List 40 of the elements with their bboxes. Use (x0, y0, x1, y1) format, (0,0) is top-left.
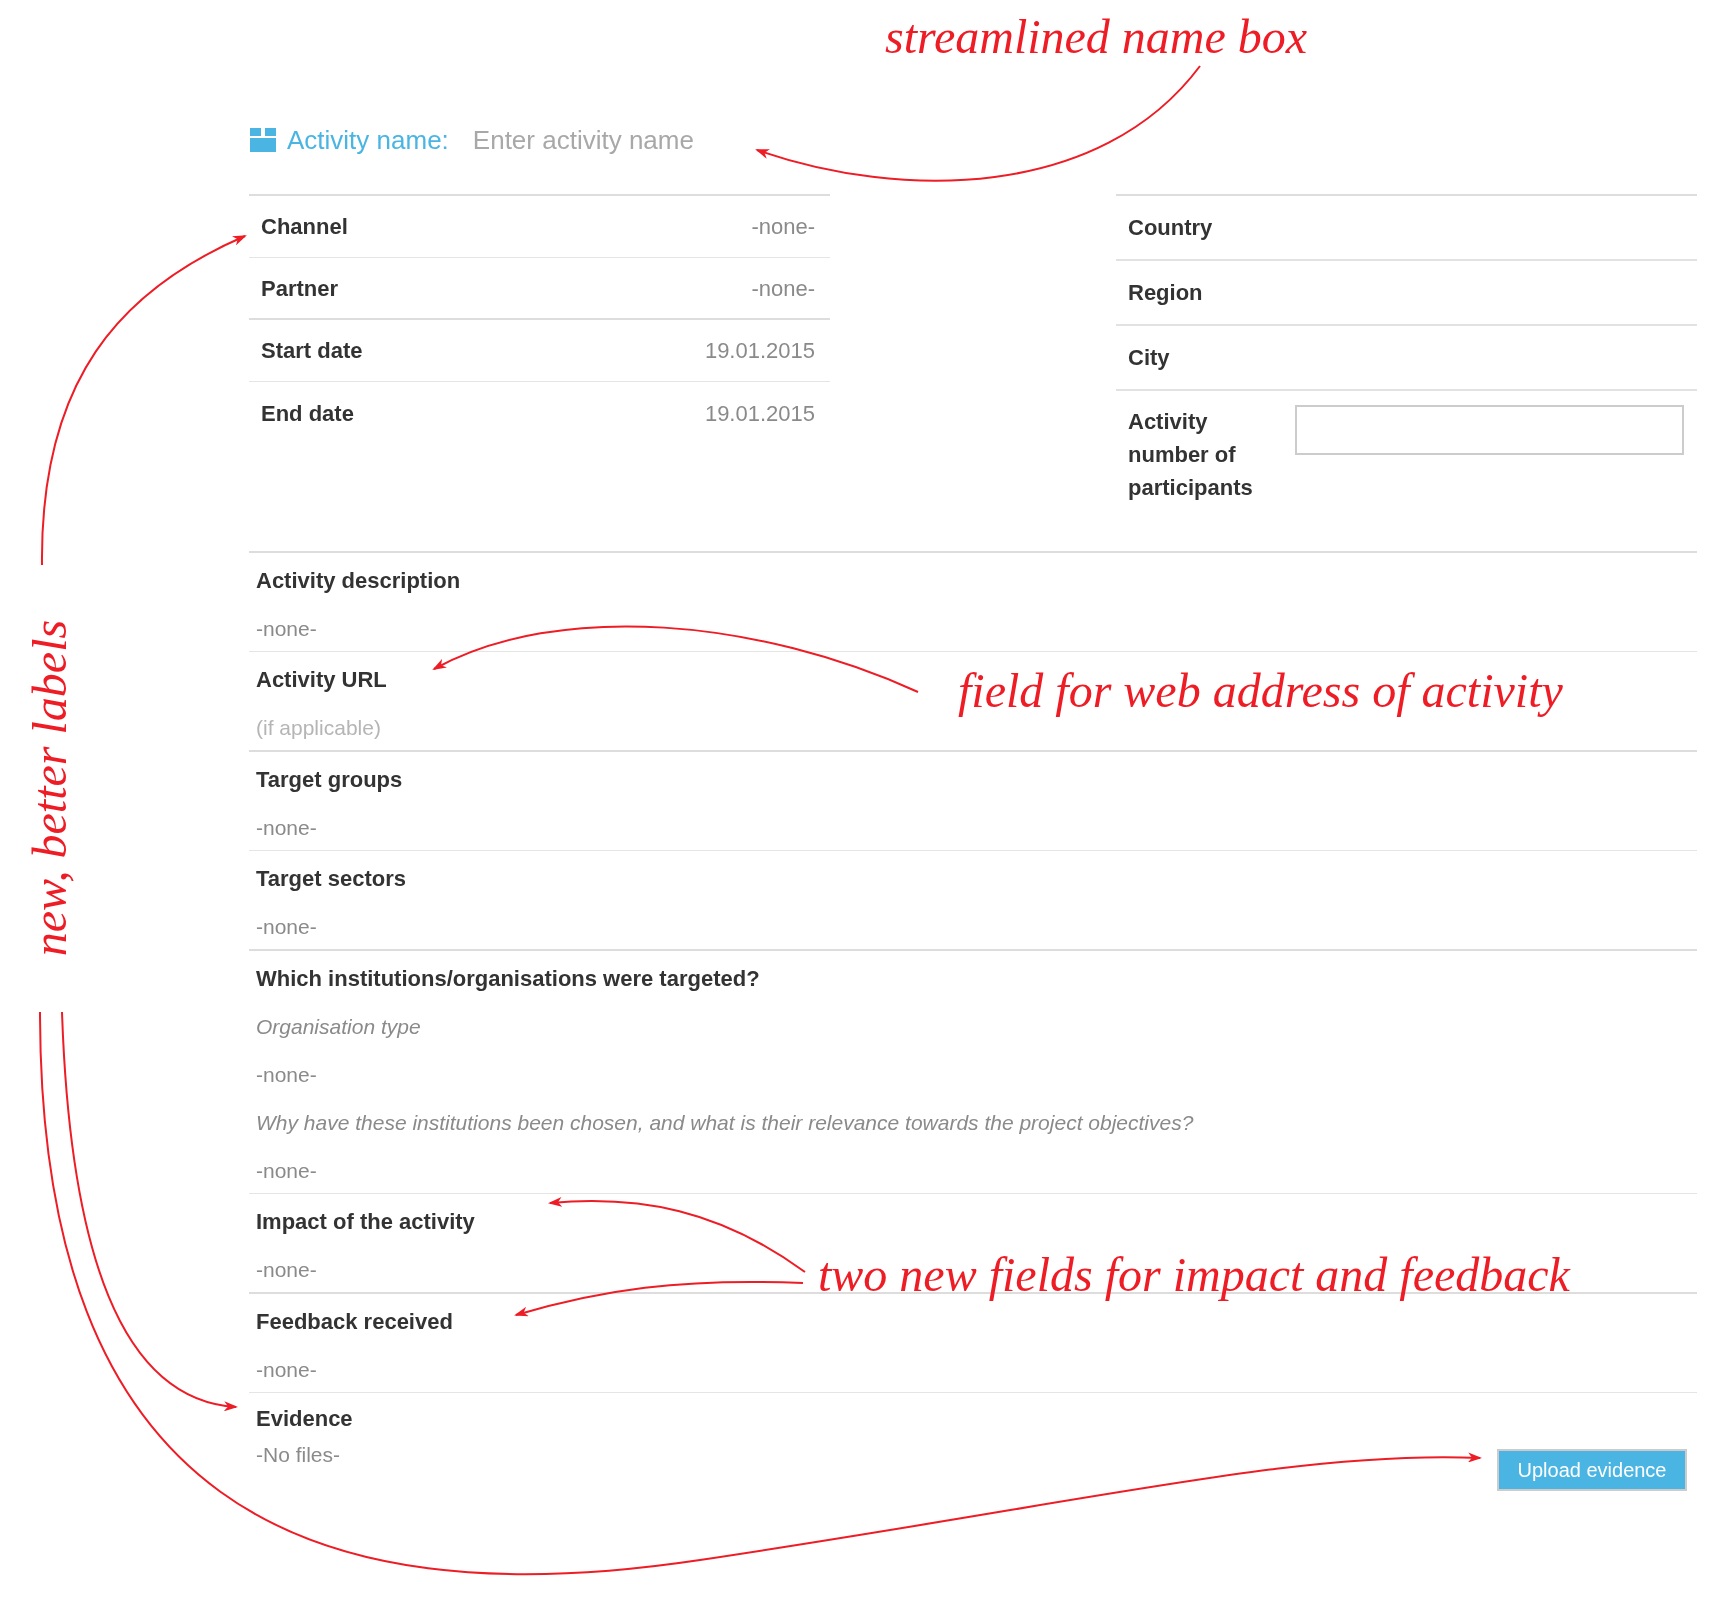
detail-value: 19.01.2015 (704, 337, 815, 365)
participants-field[interactable] (1295, 405, 1684, 455)
activity-name-field[interactable]: Enter activity name (472, 120, 873, 160)
section-title: Feedback received (256, 1308, 453, 1336)
annotation-note: field for web address of activity (958, 664, 1563, 718)
field-value: -none- (256, 616, 317, 642)
field-question: Why have these institutions been chosen, and what is their relevance towards the project objectives? (256, 1110, 1194, 1136)
annotation-note: new, better labels (23, 619, 77, 957)
upload-evidence-button[interactable]: Upload evidence (1497, 1449, 1687, 1491)
detail-value: 19.01.2015 (704, 399, 815, 428)
detail-value: -none- (751, 274, 815, 303)
section-title: Evidence (256, 1405, 353, 1433)
detail-label: Channel (261, 213, 348, 241)
detail-label: End date (261, 399, 354, 428)
detail-value: -none- (751, 213, 815, 241)
briefcase-icon (249, 127, 277, 153)
detail-label: Region (1128, 279, 1203, 307)
section-title: Activity description (256, 567, 461, 595)
detail-label: City (1128, 344, 1170, 372)
files-status: -No files- (256, 1442, 340, 1468)
section-title: Impact of the activity (256, 1208, 475, 1236)
section-title: Target sectors (256, 865, 406, 893)
field-value: -none- (256, 1062, 317, 1088)
field-value: -none- (256, 1357, 317, 1383)
detail-label: Start date (261, 337, 363, 365)
field-value: -none- (256, 1158, 317, 1184)
annotation-note: streamlined name box (885, 10, 1308, 64)
field-value: -none- (256, 1257, 317, 1283)
field-value: -none- (256, 815, 317, 841)
detail-label: Activity number of participants (1128, 408, 1254, 502)
field-value: -none- (256, 914, 317, 940)
annotation-note: two new fields for impact and feedback (818, 1248, 1570, 1302)
section-title: Target groups (256, 766, 403, 794)
activity-name-label: Activity name: (287, 123, 449, 157)
section-title: Activity URL (256, 666, 387, 694)
detail-label: Partner (261, 274, 339, 303)
field-hint: (if applicable) (256, 715, 381, 741)
detail-label: Country (1128, 214, 1213, 242)
section-title: Which institutions/organisations were targeted? (256, 965, 760, 993)
field-question: Organisation type (256, 1014, 421, 1040)
